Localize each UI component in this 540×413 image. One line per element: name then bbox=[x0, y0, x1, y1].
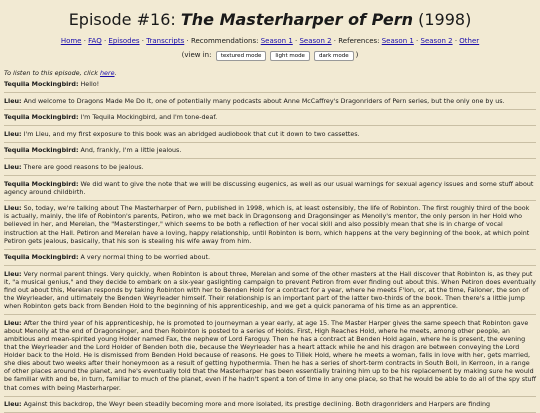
speaker-name: Lleu: bbox=[4, 270, 22, 278]
transcript-line: Tequila Mockingbird: We did want to give… bbox=[4, 181, 536, 201]
speaker-name: Lleu: bbox=[4, 205, 22, 213]
line-text: I'm Lleu, and my first exposure to this … bbox=[21, 130, 360, 138]
nav-rec-season2-link[interactable]: Season 2 bbox=[299, 37, 331, 45]
transcript-line: Lleu: After the third year of his appren… bbox=[4, 320, 536, 397]
title-book: The Masterharper of Pern bbox=[180, 10, 414, 29]
transcript-line: Lleu: Against this backdrop, the Weyr be… bbox=[4, 401, 536, 413]
page: Episode #16: The Masterharper of Pern (1… bbox=[0, 0, 540, 413]
dark-mode-button[interactable]: dark mode bbox=[313, 51, 354, 61]
speaker-name: Lleu: bbox=[4, 97, 22, 105]
speaker-name: Lleu: bbox=[4, 163, 22, 171]
nav-transcripts-link[interactable]: Transcripts bbox=[146, 37, 184, 45]
view-mode-label: (view in: bbox=[181, 51, 212, 59]
transcript-line: Lleu: So, today, we're talking about The… bbox=[4, 205, 536, 250]
listen-here-link[interactable]: here bbox=[100, 69, 115, 77]
line-text: And welcome to Dragons Made Me Do It, on… bbox=[21, 97, 505, 105]
nav-faq-link[interactable]: FAQ bbox=[88, 37, 102, 45]
nav-ref-season2-link[interactable]: Season 2 bbox=[421, 37, 453, 45]
speaker-name: Lleu: bbox=[4, 319, 22, 327]
line-text: Hello! bbox=[78, 81, 100, 88]
nav-rec-season1-link[interactable]: Season 1 bbox=[261, 37, 293, 45]
title-prefix: Episode #16: bbox=[68, 10, 181, 29]
speaker-name: Tequila Mockingbird: bbox=[4, 81, 79, 88]
line-text: We did want to give the note that we wil… bbox=[4, 180, 534, 196]
line-text: And, frankly, I'm a little jealous. bbox=[78, 147, 182, 155]
listen-line: To listen to this episode, click here. bbox=[4, 69, 117, 77]
nav-episodes-link[interactable]: Episodes bbox=[108, 37, 139, 45]
transcript: Tequila Mockingbird: Hello! Lleu: And we… bbox=[4, 81, 536, 413]
speaker-name: Tequila Mockingbird: bbox=[4, 114, 79, 122]
light-mode-button[interactable]: light mode bbox=[270, 51, 310, 61]
nav-references-label: · References: bbox=[331, 37, 382, 45]
line-text: Very normal parent things. Very quickly,… bbox=[4, 270, 536, 311]
nav-recommendations-label: · Recommendations: bbox=[186, 37, 261, 45]
speaker-name: Tequila Mockingbird: bbox=[4, 147, 79, 155]
line-text: A very normal thing to be worried about. bbox=[78, 254, 211, 262]
transcript-line: Lleu: There are good reasons to be jealo… bbox=[4, 163, 536, 177]
speaker-name: Lleu: bbox=[4, 130, 22, 138]
nav-ref-season1-link[interactable]: Season 1 bbox=[382, 37, 414, 45]
page-title: Episode #16: The Masterharper of Pern (1… bbox=[4, 10, 536, 30]
transcript-line: Tequila Mockingbird: Hello! bbox=[4, 81, 536, 94]
transcript-line: Tequila Mockingbird: And, frankly, I'm a… bbox=[4, 147, 536, 160]
nav-other-link[interactable]: Other bbox=[459, 37, 479, 45]
site-nav: Home · FAQ · Episodes · Transcripts · Re… bbox=[60, 37, 480, 45]
line-text: There are good reasons to be jealous. bbox=[21, 163, 144, 171]
line-text: So, today, we're talking about The Maste… bbox=[4, 205, 530, 245]
line-text: After the third year of his apprenticesh… bbox=[4, 319, 536, 392]
speaker-name: Tequila Mockingbird: bbox=[4, 180, 79, 188]
view-mode-row: (view in: textured mode light mode dark mo… bbox=[181, 51, 359, 61]
transcript-line: Lleu: I'm Lleu, and my first exposure to… bbox=[4, 131, 536, 143]
speaker-name: Tequila Mockingbird: bbox=[4, 254, 79, 262]
transcript-line: Lleu: And welcome to Dragons Made Me Do … bbox=[4, 98, 536, 110]
transcript-line: Tequila Mockingbird: I'm Tequila Mocking… bbox=[4, 114, 536, 127]
transcript-line: Lleu: Very normal parent things. Very qu… bbox=[4, 270, 536, 316]
transcript-line: Tequila Mockingbird: A very normal thing… bbox=[4, 254, 536, 267]
title-year: (1998) bbox=[413, 10, 472, 29]
nav-home-link[interactable]: Home bbox=[61, 37, 82, 45]
line-text: I'm Tequila Mockingbird, and I'm tone-de… bbox=[78, 114, 218, 122]
textured-mode-button[interactable]: textured mode bbox=[215, 51, 267, 61]
